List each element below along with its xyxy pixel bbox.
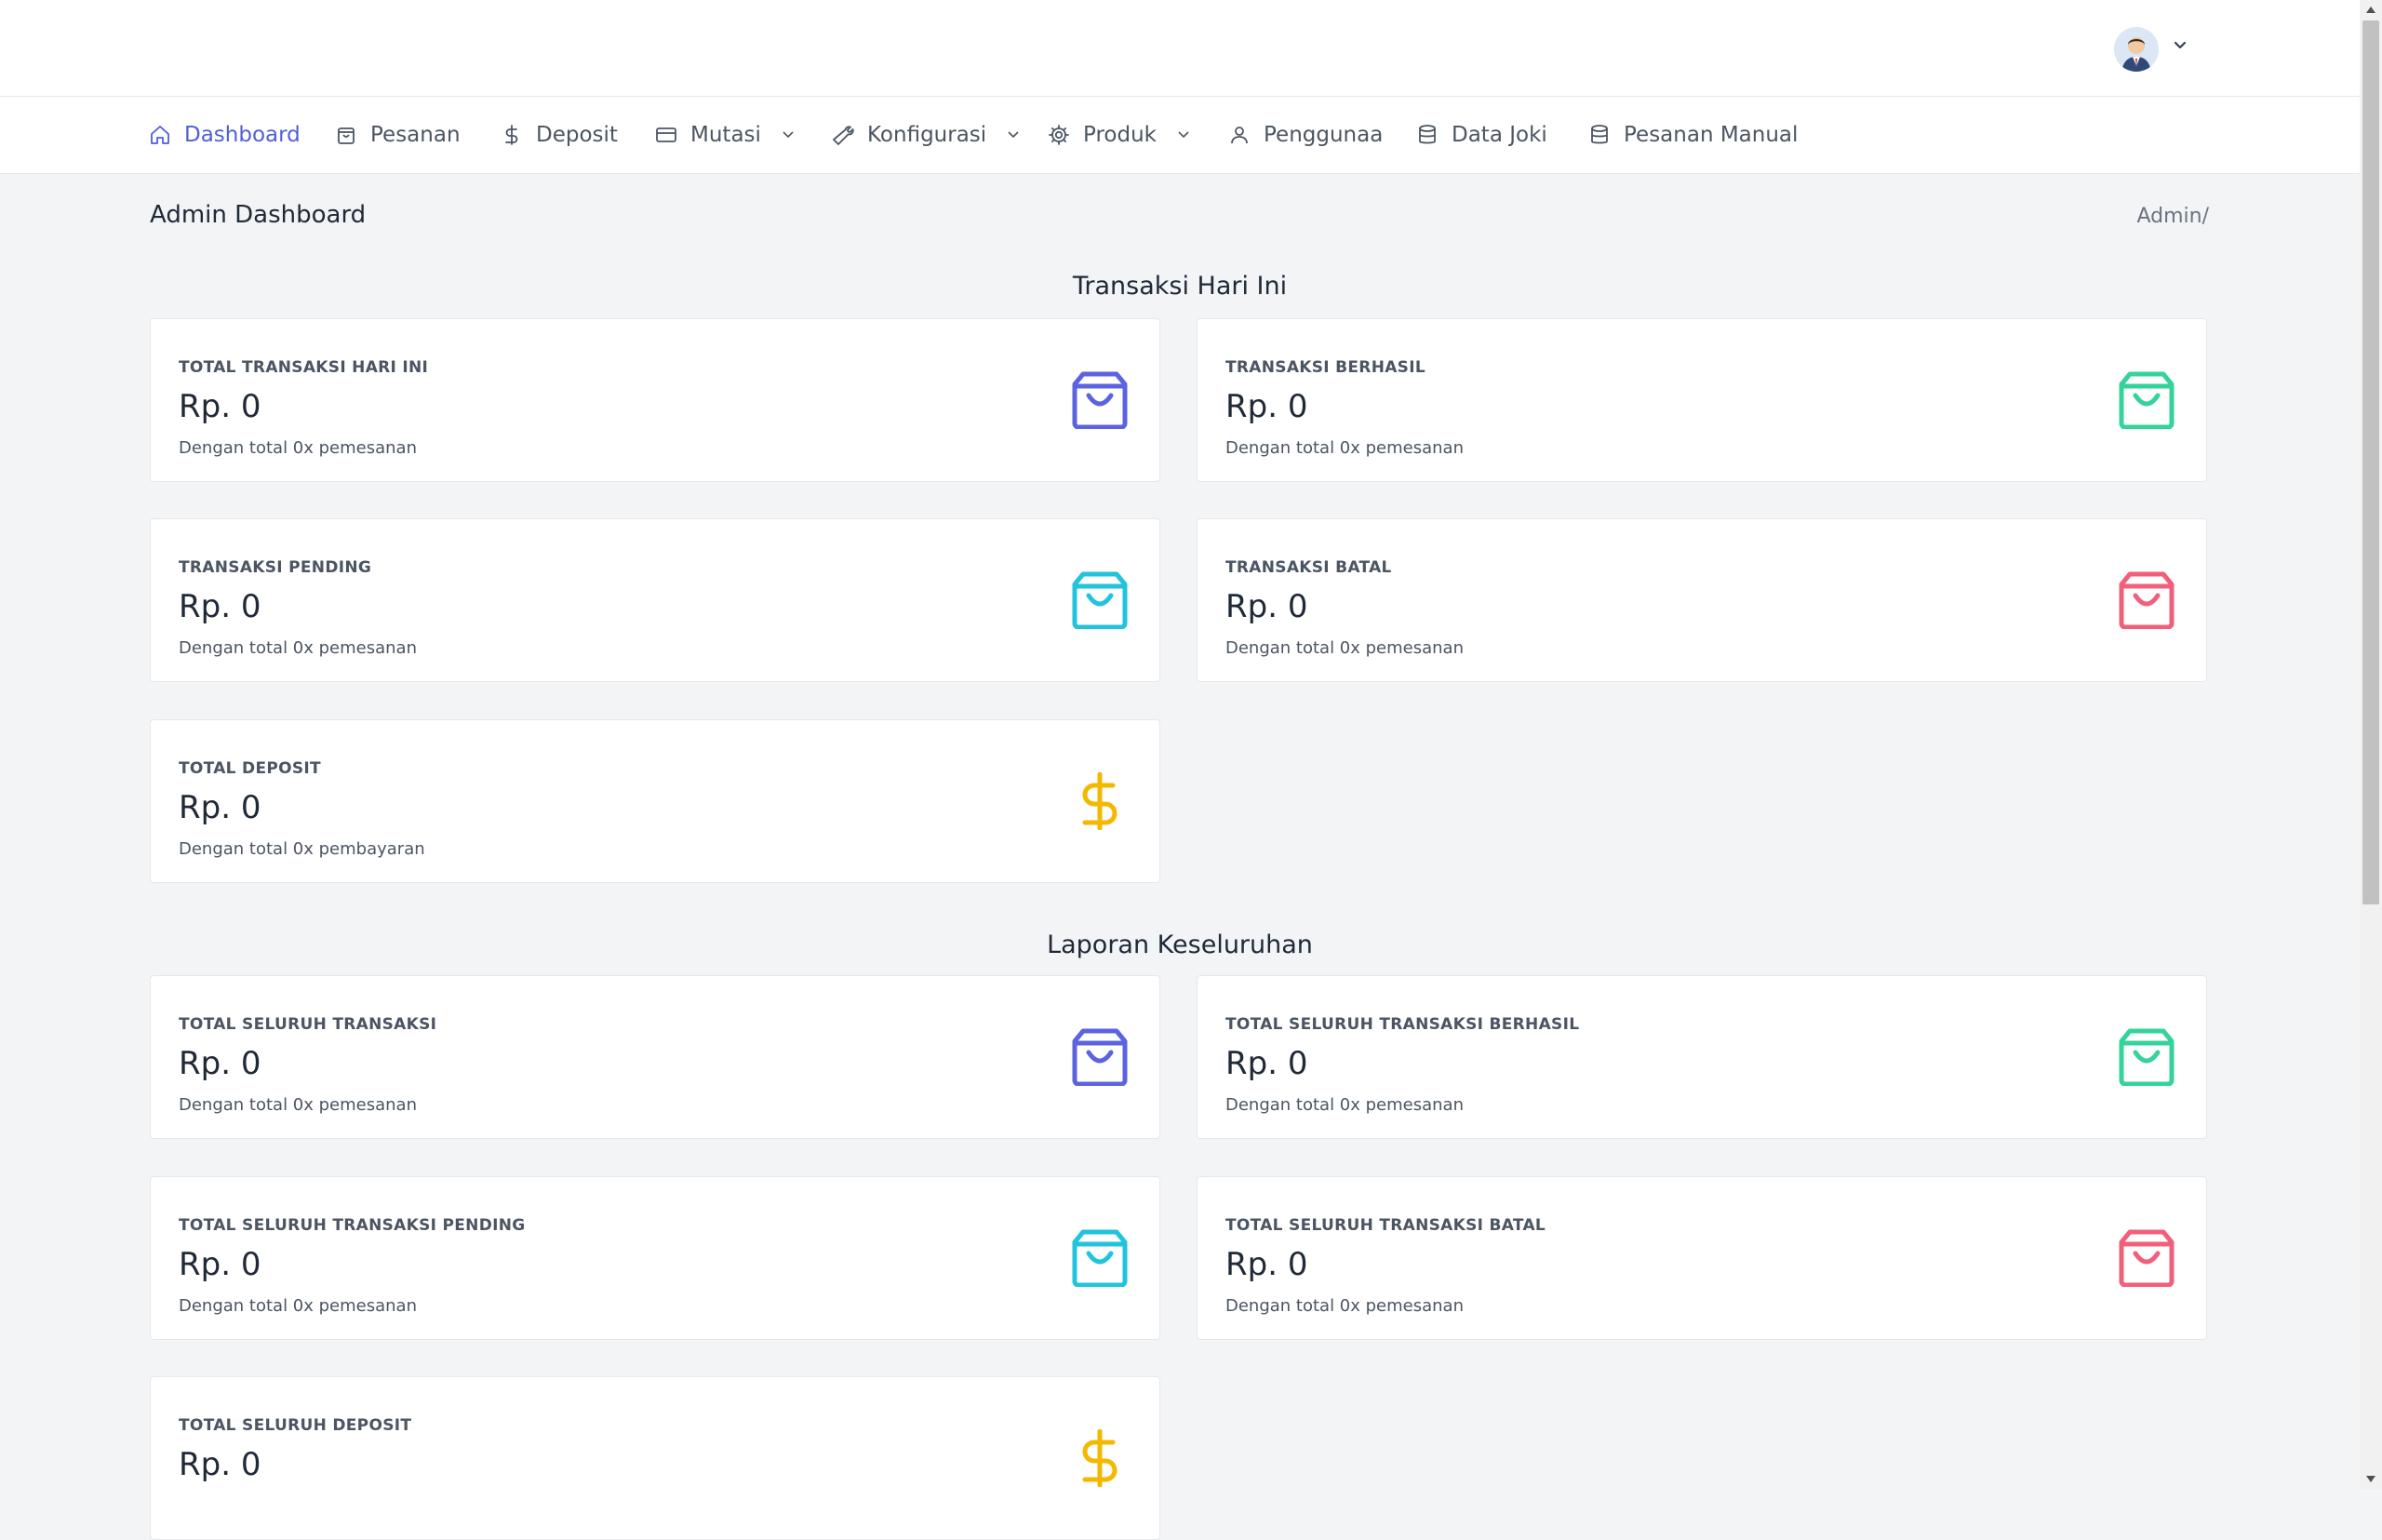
scrollbar-thumb[interactable] [2362, 20, 2379, 904]
card-subtext: Dengan total 0x pemesanan [179, 1095, 417, 1115]
user-icon [1231, 127, 1248, 144]
stat-card: TOTAL TRANSAKSI HARI INI Rp. 0 Dengan to… [150, 318, 1160, 482]
shopping-bag-icon [2119, 371, 2175, 429]
card-label: TOTAL SELURUH TRANSAKSI BATAL [1225, 1216, 1546, 1235]
shopping-bag-icon [2119, 1028, 2175, 1086]
wrench-icon [833, 126, 854, 145]
card-label: TOTAL SELURUH TRANSAKSI PENDING [179, 1216, 526, 1235]
nav-label: Konfigurasi [867, 123, 987, 147]
shopping-bag-icon [1072, 1229, 1128, 1287]
nav-label: Dashboard [184, 123, 301, 147]
avatar-icon [2114, 27, 2159, 72]
stat-card: TOTAL SELURUH TRANSAKSI PENDING Rp. 0 De… [150, 1176, 1160, 1340]
shopping-bag-icon [1072, 1028, 1128, 1086]
card-label: TOTAL SELURUH DEPOSIT [179, 1416, 412, 1435]
card-subtext: Dengan total 0x pemesanan [1225, 1296, 1464, 1316]
nav-label: Deposit [536, 123, 618, 147]
stat-card: TOTAL SELURUH TRANSAKSI Rp. 0 Dengan tot… [150, 975, 1160, 1139]
stat-card: TOTAL SELURUH DEPOSIT Rp. 0 [150, 1376, 1160, 1540]
scroll-down-arrow-icon[interactable] [2364, 1474, 2377, 1485]
card-subtext: Dengan total 0x pemesanan [1225, 1095, 1464, 1115]
card-value: Rp. 0 [179, 388, 261, 425]
card-value: Rp. 0 [1225, 1246, 1308, 1283]
card-label: TOTAL TRANSAKSI HARI INI [179, 358, 429, 377]
nav-label: Pesanan Manual [1624, 123, 1799, 147]
stat-card: TOTAL SELURUH TRANSAKSI BATAL Rp. 0 Deng… [1197, 1176, 2207, 1340]
card-value: Rp. 0 [179, 1246, 261, 1283]
chevron-down-icon[interactable] [2174, 41, 2187, 50]
scroll-up-arrow-icon[interactable] [2364, 4, 2377, 15]
stat-card: TRANSAKSI BATAL Rp. 0 Dengan total 0x pe… [1197, 518, 2207, 682]
nav-item-deposit[interactable]: Deposit [501, 97, 618, 173]
card-value: Rp. 0 [179, 1045, 261, 1082]
card-icon [656, 127, 676, 142]
card-value: Rp. 0 [1225, 588, 1308, 625]
nav-item-produk[interactable]: Produk [1048, 97, 1190, 173]
stat-card: TRANSAKSI PENDING Rp. 0 Dengan total 0x … [150, 518, 1160, 682]
nav-label: Pesanan [370, 123, 461, 147]
stat-card: TOTAL DEPOSIT Rp. 0 Dengan total 0x pemb… [150, 719, 1160, 883]
nav-item-data-joki[interactable]: Data Joki [1416, 97, 1547, 173]
gear-icon [1049, 125, 1069, 145]
user-avatar[interactable] [2114, 27, 2159, 72]
card-label: TOTAL SELURUH TRANSAKSI [179, 1015, 437, 1034]
dollar-icon [505, 125, 518, 145]
shopping-bag-icon [2119, 571, 2175, 629]
page-title: Admin Dashboard [150, 201, 367, 229]
card-label: TOTAL SELURUH TRANSAKSI BERHASIL [1225, 1015, 1580, 1034]
card-subtext: Dengan total 0x pembayaran [179, 839, 425, 859]
card-label: TOTAL DEPOSIT [179, 759, 321, 778]
card-label: TRANSAKSI PENDING [179, 558, 372, 577]
shopping-bag-icon [1072, 571, 1128, 629]
nav-item-pesanan-manual[interactable]: Pesanan Manual [1588, 97, 1798, 173]
card-value: Rp. 0 [1225, 1045, 1308, 1082]
top-header [0, 0, 2360, 97]
shopping-bag-icon [2119, 1229, 2175, 1287]
main-nav: Dashboard Pesanan Deposit Mutasi Konfigu… [0, 97, 2360, 174]
nav-label: Penggunaa [1264, 123, 1384, 147]
home-icon [151, 126, 169, 144]
database-icon [1591, 125, 1608, 144]
database-icon [1419, 125, 1436, 144]
chevron-down-icon [783, 131, 794, 139]
card-subtext: Dengan total 0x pemesanan [179, 1296, 417, 1316]
nav-label: Mutasi [690, 123, 761, 147]
dollar-icon [1082, 1429, 1117, 1487]
shopping-bag-icon [1072, 371, 1128, 429]
card-value: Rp. 0 [1225, 388, 1308, 425]
card-subtext: Dengan total 0x pemesanan [179, 638, 417, 658]
nav-item-dashboard[interactable]: Dashboard [149, 97, 301, 173]
nav-label: Data Joki [1452, 123, 1547, 147]
section-title-today: Transaksi Hari Ini [1072, 272, 1288, 301]
chevron-down-icon [1008, 131, 1019, 139]
breadcrumb[interactable]: Admin/ [2136, 205, 2209, 228]
bag-icon [338, 127, 355, 144]
nav-item-konfigurasi[interactable]: Konfigurasi [832, 97, 1020, 173]
chevron-down-icon [1178, 131, 1189, 139]
dollar-icon [1082, 772, 1117, 830]
card-subtext: Dengan total 0x pemesanan [1225, 438, 1464, 458]
nav-item-mutasi[interactable]: Mutasi [655, 97, 795, 173]
card-subtext: Dengan total 0x pemesanan [1225, 638, 1464, 658]
card-value: Rp. 0 [179, 789, 261, 826]
nav-item-pesanan[interactable]: Pesanan [335, 97, 461, 173]
card-value: Rp. 0 [179, 1446, 261, 1483]
nav-item-pengguna[interactable]: Penggunaa [1228, 97, 1383, 173]
stat-card: TOTAL SELURUH TRANSAKSI BERHASIL Rp. 0 D… [1197, 975, 2207, 1139]
section-title-overall: Laporan Keseluruhan [1047, 931, 1313, 959]
card-label: TRANSAKSI BATAL [1225, 558, 1392, 577]
card-value: Rp. 0 [179, 588, 261, 625]
card-subtext: Dengan total 0x pemesanan [179, 438, 417, 458]
stat-card: TRANSAKSI BERHASIL Rp. 0 Dengan total 0x… [1197, 318, 2207, 482]
nav-label: Produk [1083, 123, 1157, 147]
card-label: TRANSAKSI BERHASIL [1225, 358, 1425, 377]
